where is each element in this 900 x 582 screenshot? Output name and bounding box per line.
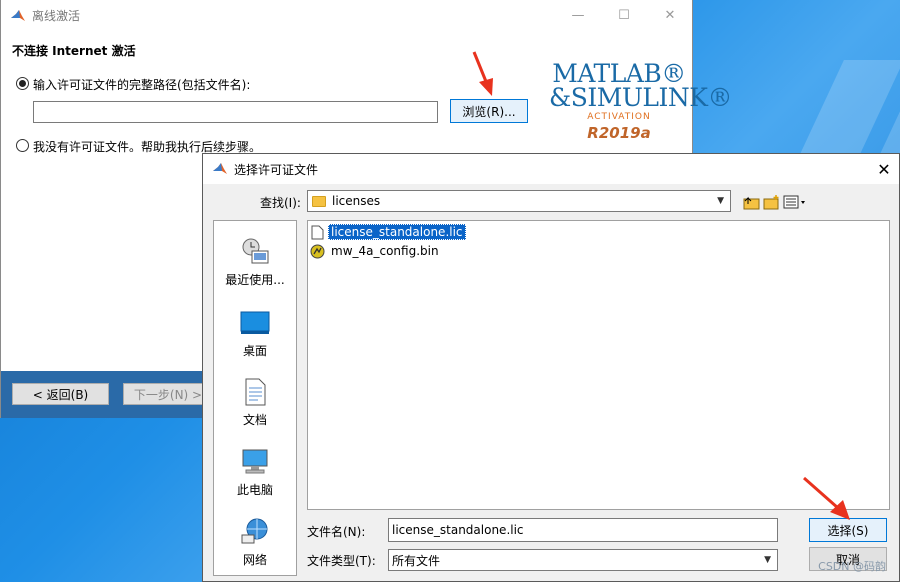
place-recent[interactable]: 最近使用... xyxy=(214,237,296,288)
document-icon xyxy=(310,225,325,240)
file-name: license_standalone.lic xyxy=(328,224,466,240)
computer-icon xyxy=(240,447,270,477)
chevron-down-icon: ▼ xyxy=(717,196,724,206)
page-heading: 不连接 Internet 激活 xyxy=(12,44,136,58)
filetype-value: 所有文件 xyxy=(392,553,441,568)
file-list[interactable]: license_standalone.lic mw_4a_config.bin xyxy=(307,220,890,510)
matlab-logo-icon xyxy=(11,9,25,21)
brand-simulink: &SIMULINK® xyxy=(549,83,732,112)
chevron-down-icon: ▼ xyxy=(764,555,771,565)
watermark: CSDN @码韵 xyxy=(818,560,886,573)
file-item-license-standalone[interactable]: license_standalone.lic xyxy=(310,223,466,241)
annotation-arrow-browse xyxy=(472,51,493,96)
annotation-arrow-select xyxy=(803,476,850,520)
filename-value: license_standalone.lic xyxy=(392,523,524,537)
place-desktop[interactable]: 桌面 xyxy=(214,308,296,359)
matlab-file-icon xyxy=(310,244,325,259)
view-menu-icon[interactable] xyxy=(783,194,807,210)
window-title: 离线激活 xyxy=(32,9,81,23)
maximize-button[interactable]: ☐ xyxy=(601,0,647,31)
place-this-pc[interactable]: 此电脑 xyxy=(214,447,296,498)
network-icon xyxy=(240,517,270,547)
place-documents[interactable]: 文档 xyxy=(214,377,296,428)
file-item-mw-config[interactable]: mw_4a_config.bin xyxy=(310,242,442,260)
place-label: 最近使用... xyxy=(225,273,285,287)
up-folder-icon[interactable] xyxy=(743,194,761,210)
brand-version: R2019a xyxy=(587,124,651,142)
place-label: 此电脑 xyxy=(236,483,273,497)
places-bar: 最近使用... 桌面 文档 此电脑 网络 xyxy=(213,220,297,576)
dialog-title: 选择许可证文件 xyxy=(234,162,319,177)
lookin-label: 查找(I): xyxy=(260,196,301,210)
file-name: mw_4a_config.bin xyxy=(331,244,439,258)
place-label: 网络 xyxy=(242,553,267,567)
matlab-logo-icon xyxy=(213,163,227,174)
filename-label: 文件名(N): xyxy=(307,525,366,539)
lookin-value: licenses xyxy=(332,194,381,208)
dialog-title-bar: 选择许可证文件 ✕ xyxy=(203,154,899,184)
radio-enter-path-label: 输入许可证文件的完整路径(包括文件名): xyxy=(33,78,251,92)
select-license-dialog: 选择许可证文件 ✕ 查找(I): licenses ▼ 最近使用... 桌面 文… xyxy=(202,153,900,582)
new-folder-icon[interactable] xyxy=(763,194,781,210)
place-network[interactable]: 网络 xyxy=(214,517,296,568)
back-button[interactable]: < 返回(B) xyxy=(12,383,109,405)
minimize-button[interactable]: — xyxy=(555,0,601,31)
license-path-input[interactable] xyxy=(33,101,438,123)
documents-icon xyxy=(240,377,270,407)
browse-button[interactable]: 浏览(R)... xyxy=(450,99,528,123)
place-label: 文档 xyxy=(242,413,267,427)
filetype-label: 文件类型(T): xyxy=(307,554,376,568)
brand-activation: ACTIVATION xyxy=(587,112,651,122)
matlab-branding: MATLAB® &SIMULINK® ACTIVATION R2019a xyxy=(549,61,732,143)
next-button[interactable]: 下一步(N) > xyxy=(123,383,213,405)
desktop-icon xyxy=(240,308,270,338)
folder-icon xyxy=(312,195,326,207)
radio-no-license[interactable] xyxy=(16,139,29,152)
filetype-combo[interactable]: 所有文件 ▼ xyxy=(388,549,778,571)
recent-places-icon xyxy=(240,237,270,267)
radio-enter-path[interactable] xyxy=(16,77,29,90)
lookin-combo[interactable]: licenses ▼ xyxy=(307,190,731,212)
close-button[interactable]: ✕ xyxy=(647,0,693,31)
filename-input[interactable]: license_standalone.lic xyxy=(388,518,778,542)
title-bar: 离线激活 — ☐ ✕ xyxy=(1,0,692,31)
place-label: 桌面 xyxy=(242,344,267,358)
dialog-close-button[interactable]: ✕ xyxy=(869,154,899,184)
